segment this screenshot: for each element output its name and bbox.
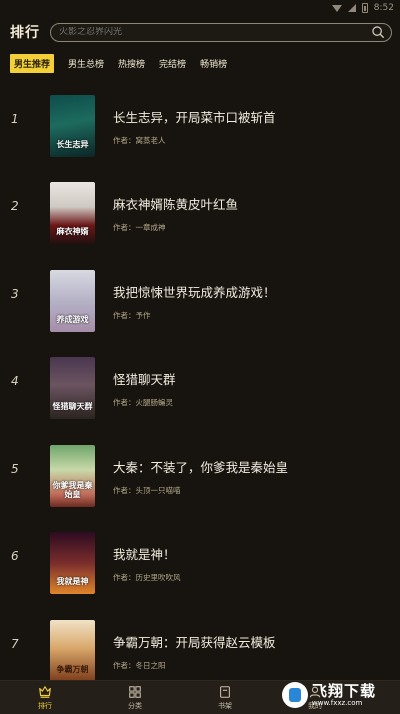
book-author: 作者：冬日之阳 xyxy=(113,661,166,670)
book-author: 作者：窝蒸老人 xyxy=(113,136,166,145)
header: 排行 xyxy=(0,16,400,48)
nav-bookshelf-label: 书架 xyxy=(218,701,232,710)
search-box[interactable] xyxy=(50,22,392,42)
book-cover[interactable]: 我就是神 xyxy=(50,532,95,594)
list-item[interactable]: 5 你爹我是秦始皇 大秦：不装了，你爹我是秦始皇 作者：头顶一只喵喵 xyxy=(0,430,400,514)
book-title[interactable]: 争霸万朝：开局获得赵云模板 xyxy=(113,632,276,651)
nav-bookshelf[interactable]: 书架 xyxy=(195,685,255,711)
book-cover[interactable]: 养成游戏 xyxy=(50,270,95,332)
book-author: 作者：一章成神 xyxy=(113,223,166,232)
bottom-nav: 排行 分类 书架 我的 xyxy=(0,680,400,714)
cover-title: 长生志异 xyxy=(56,139,89,149)
rank-number: 1 xyxy=(11,112,19,126)
ranking-tabs: 男生推荐 男生总榜 热搜榜 完结榜 畅销榜 xyxy=(0,48,400,78)
app-screen: 8:52 排行 男生推荐 男生总榜 热搜榜 完结榜 畅销榜 1 长生志异 长生志… xyxy=(0,0,400,714)
search-input[interactable] xyxy=(59,27,371,37)
nav-rank-label: 排行 xyxy=(38,701,52,710)
book-author: 作者：予作 xyxy=(113,311,151,320)
nav-profile[interactable]: 我的 xyxy=(285,685,345,711)
nav-rank[interactable]: 排行 xyxy=(15,685,75,711)
cover-title: 麻衣神婿 xyxy=(56,226,89,236)
rank-number: 4 xyxy=(11,374,19,388)
rank-number: 3 xyxy=(11,287,19,301)
book-cover[interactable]: 争霸万朝 xyxy=(50,620,95,682)
book-title[interactable]: 我把惊悚世界玩成养成游戏！ xyxy=(113,282,276,301)
book-author: 作者：历史里吹吹风 xyxy=(113,573,181,582)
list-item[interactable]: 4 怪猎聊天群 怪猎聊天群 作者：火腿肠蝙灵 xyxy=(0,342,400,426)
list-item[interactable]: 1 长生志异 长生志异，开局菜市口被斩首 作者：窝蒸老人 xyxy=(0,80,400,164)
cover-title: 养成游戏 xyxy=(56,314,89,324)
book-cover[interactable]: 你爹我是秦始皇 xyxy=(50,445,95,507)
signal-icon xyxy=(347,4,356,12)
grid-icon xyxy=(129,685,141,698)
tab-male-overall[interactable]: 男生总榜 xyxy=(68,57,104,70)
book-title[interactable]: 麻衣神婿陈黄皮叶红鱼 xyxy=(113,194,238,213)
list-item[interactable]: 3 养成游戏 我把惊悚世界玩成养成游戏！ 作者：予作 xyxy=(0,255,400,339)
nav-category-label: 分类 xyxy=(128,701,142,710)
list-item[interactable]: 6 我就是神 我就是神！ 作者：历史里吹吹风 xyxy=(0,517,400,601)
bookshelf-icon xyxy=(220,685,230,698)
cover-title: 你爹我是秦始皇 xyxy=(52,481,93,499)
book-cover[interactable]: 长生志异 xyxy=(50,95,95,157)
book-title[interactable]: 怪猎聊天群 xyxy=(113,369,176,388)
battery-icon xyxy=(361,3,368,13)
rank-number: 6 xyxy=(11,549,19,563)
rank-number: 2 xyxy=(11,199,19,213)
book-title[interactable]: 长生志异，开局菜市口被斩首 xyxy=(113,107,276,126)
status-time: 8:52 xyxy=(373,3,394,13)
tab-male-recommend[interactable]: 男生推荐 xyxy=(10,53,55,73)
tab-bestseller[interactable]: 畅销榜 xyxy=(200,57,227,70)
rank-number: 5 xyxy=(11,462,19,476)
tab-completed[interactable]: 完结榜 xyxy=(159,57,186,70)
tab-hot-search[interactable]: 热搜榜 xyxy=(118,57,145,70)
rank-number: 7 xyxy=(11,637,19,651)
page-title: 排行 xyxy=(10,25,40,41)
nav-profile-label: 我的 xyxy=(308,701,322,710)
book-author: 作者：火腿肠蝙灵 xyxy=(113,398,173,407)
nav-category[interactable]: 分类 xyxy=(105,685,165,711)
book-cover[interactable]: 麻衣神婿 xyxy=(50,182,95,244)
profile-icon xyxy=(309,686,321,697)
book-cover[interactable]: 怪猎聊天群 xyxy=(50,357,95,419)
status-bar: 8:52 xyxy=(0,0,400,16)
book-author: 作者：头顶一只喵喵 xyxy=(113,486,181,495)
search-icon[interactable] xyxy=(371,25,385,39)
list-item[interactable]: 2 麻衣神婿 麻衣神婿陈黄皮叶红鱼 作者：一章成神 xyxy=(0,167,400,251)
wifi-icon xyxy=(331,4,342,12)
book-title[interactable]: 我就是神！ xyxy=(113,544,176,563)
rank-icon xyxy=(39,685,51,698)
cover-title: 我就是神 xyxy=(56,576,89,586)
book-title[interactable]: 大秦：不装了，你爹我是秦始皇 xyxy=(113,457,288,476)
cover-title: 争霸万朝 xyxy=(56,664,89,674)
cover-title: 怪猎聊天群 xyxy=(52,401,93,411)
list-item[interactable]: 7 争霸万朝 争霸万朝：开局获得赵云模板 作者：冬日之阳 xyxy=(0,605,400,689)
